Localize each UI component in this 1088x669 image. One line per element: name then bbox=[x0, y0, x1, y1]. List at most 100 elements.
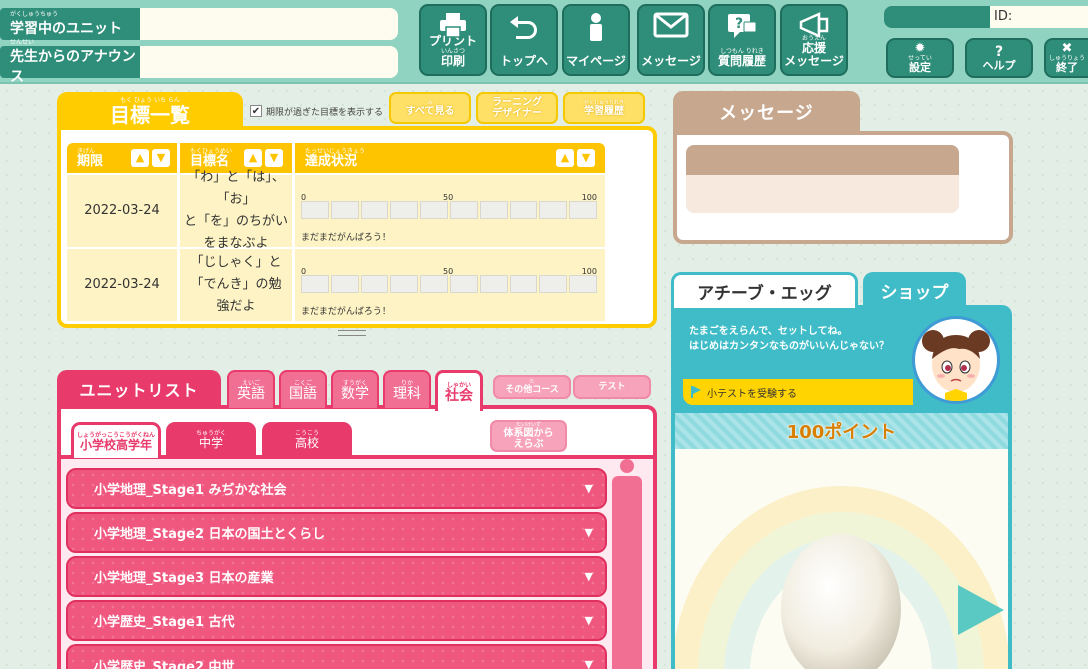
tab-achieve-egg[interactable]: アチーブ・エッグ bbox=[671, 272, 858, 308]
tree-label2: えらぶ bbox=[513, 439, 544, 450]
sort-down-icon[interactable]: ▼ bbox=[265, 149, 283, 167]
progress-scale: 0 50 100 bbox=[301, 187, 597, 202]
unit-item-label: 小学地理_Stage3 日本の産業 bbox=[94, 571, 274, 586]
tree-select-button[interactable]: たいけいず 体系図から えらぶ bbox=[490, 420, 567, 452]
flag-icon bbox=[691, 386, 701, 398]
unit-list-title: ユニットリスト bbox=[79, 381, 199, 400]
list-item[interactable]: 小学歴史_Stage2 中世 ▼ bbox=[66, 644, 607, 669]
avatar bbox=[912, 316, 1000, 404]
message-tab: メッセージ bbox=[673, 91, 860, 133]
goal-deadline: 2022-03-24 bbox=[84, 277, 160, 292]
gear-icon: ✹ bbox=[914, 40, 926, 56]
goal-title: 目標一覧 bbox=[110, 102, 190, 127]
history-label: 学習履歴 bbox=[584, 105, 624, 117]
level-label: 中学 bbox=[198, 436, 223, 450]
top-button[interactable]: トップへ bbox=[490, 4, 558, 76]
egg-stage bbox=[675, 449, 1008, 669]
list-item[interactable]: 小学地理_Stage3 日本の産業 ▼ bbox=[66, 556, 607, 597]
message-title: メッセージ bbox=[719, 103, 814, 124]
sort-down-icon[interactable]: ▼ bbox=[577, 149, 595, 167]
tab-high-school[interactable]: こうこう 高校 bbox=[262, 422, 352, 458]
unit-item-label: 小学地理_Stage1 みぢかな社会 bbox=[94, 483, 287, 498]
subject-label: 社会 bbox=[445, 387, 473, 404]
status-sort: ▲ ▼ bbox=[556, 149, 595, 167]
table-row[interactable]: 2022-03-24 bbox=[67, 249, 177, 321]
exit-button[interactable]: ✖ しゅうりょう 終了 bbox=[1044, 38, 1088, 78]
list-item[interactable]: 小学地理_Stage2 日本の国土とくらし ▼ bbox=[66, 512, 607, 553]
resize-grip[interactable] bbox=[338, 330, 366, 336]
goal-name-line: 強だよ bbox=[216, 299, 256, 314]
svg-text:?: ? bbox=[735, 16, 743, 32]
tab-science[interactable]: りか 理科 bbox=[383, 370, 431, 408]
sort-up-icon[interactable]: ▲ bbox=[244, 149, 262, 167]
question-history-button[interactable]: ? しつもん りれき 質問履歴 bbox=[708, 4, 776, 76]
list-item[interactable]: 小学歴史_Stage1 古代 ▼ bbox=[66, 600, 607, 641]
list-item[interactable]: 小学地理_Stage1 みぢかな社会 ▼ bbox=[66, 468, 607, 509]
test-label: テスト bbox=[598, 382, 626, 392]
sort-up-icon[interactable]: ▲ bbox=[131, 149, 149, 167]
help-button[interactable]: ? ヘルプ bbox=[965, 38, 1033, 78]
subject-label: 英語 bbox=[237, 385, 265, 402]
subject-label: 数学 bbox=[341, 385, 369, 402]
return-icon bbox=[510, 16, 537, 39]
rainbow-egg-illustration bbox=[675, 486, 1008, 669]
other-course-button[interactable]: た その他コース bbox=[493, 375, 571, 399]
message-button[interactable]: メッセージ bbox=[637, 4, 705, 76]
help-label: ヘルプ bbox=[982, 58, 1016, 72]
chevron-down-icon: ▼ bbox=[584, 658, 593, 669]
sort-up-icon[interactable]: ▲ bbox=[556, 149, 574, 167]
learning-history-button[interactable]: がくしゅうりれき 学習履歴 bbox=[563, 92, 645, 124]
settings-label: 設定 bbox=[909, 60, 931, 74]
mypage-button[interactable]: マイページ bbox=[562, 4, 630, 76]
id-label: ID: bbox=[994, 9, 1013, 24]
scrollbar-top-knob[interactable] bbox=[620, 459, 634, 473]
cheer-message-button[interactable]: おうえん 応援 メッセージ bbox=[780, 4, 848, 76]
goal-deadline: 2022-03-24 bbox=[84, 203, 160, 218]
table-row[interactable]: 2022-03-24 bbox=[67, 175, 177, 247]
chevron-down-icon: ▼ bbox=[584, 482, 593, 495]
tab-shop[interactable]: ショップ bbox=[863, 272, 966, 308]
test-button[interactable]: テスト bbox=[573, 375, 651, 399]
learning-designer-label2: デザイナー bbox=[492, 108, 542, 119]
shop-tab-label: ショップ bbox=[880, 282, 949, 303]
learning-designer-button[interactable]: ラーニング デザイナー bbox=[476, 92, 558, 124]
tab-english[interactable]: えいご 英語 bbox=[227, 370, 275, 408]
unit-list-tab: ユニットリスト bbox=[57, 370, 221, 408]
goal-name-cell[interactable]: 「わ」と「は」、「お」 と「を」のちがい をまなぶよ bbox=[180, 170, 292, 251]
current-unit-field[interactable] bbox=[140, 8, 398, 40]
checkbox-checked-icon[interactable]: ✔ bbox=[250, 105, 262, 117]
announce-field[interactable] bbox=[140, 46, 398, 78]
sort-down-icon[interactable]: ▼ bbox=[152, 149, 170, 167]
see-all-button[interactable]: み すべて見る bbox=[389, 92, 471, 124]
progress-message: まだまだがんばろう！ bbox=[301, 233, 391, 243]
tab-junior-high[interactable]: ちゅうがく 中学 bbox=[166, 422, 256, 458]
points-value: 100ポイント bbox=[786, 422, 897, 443]
trial-test-link[interactable]: 小テストを受験する bbox=[683, 379, 913, 405]
show-expired-toggle[interactable]: ✔ 期限が過ぎた目標を表示する bbox=[250, 104, 383, 118]
tab-math[interactable]: すうがく 数学 bbox=[331, 370, 379, 408]
megaphone-icon bbox=[799, 12, 829, 38]
current-unit-label-text: 学習中のユニット bbox=[10, 20, 122, 37]
progress-scale: 0 50 100 bbox=[301, 261, 597, 276]
print-sub-label: 印刷 bbox=[440, 54, 465, 68]
goal-name-cell[interactable]: 「じしゃく」と 「でんき」の勉 強だよ bbox=[180, 249, 292, 321]
scrollbar[interactable] bbox=[612, 476, 642, 669]
settings-button[interactable]: ✹ せってい 設定 bbox=[886, 38, 954, 78]
tab-japanese[interactable]: こくご 国語 bbox=[279, 370, 327, 408]
deadline-sort: ▲ ▼ bbox=[131, 149, 170, 167]
person-icon bbox=[590, 13, 602, 41]
envelope-icon bbox=[653, 12, 689, 38]
character-face-icon bbox=[922, 330, 990, 401]
chevron-down-icon: ▼ bbox=[584, 526, 593, 539]
tab-social[interactable]: しゃかい 社会 bbox=[435, 370, 483, 411]
print-button[interactable]: プリント いんさつ 印刷 bbox=[419, 4, 487, 76]
tree-label: 体系図から bbox=[503, 428, 554, 439]
goal-name-sort: ▲ ▼ bbox=[244, 149, 283, 167]
tab-elementary-upper[interactable]: しょうがっこうこうがくねん 小学校高学年 bbox=[71, 422, 161, 458]
level-label: 小学校高学年 bbox=[79, 437, 152, 452]
next-egg-arrow-icon[interactable] bbox=[958, 585, 1004, 635]
announce-label-text: 先生からのアナウンス bbox=[10, 48, 136, 85]
exit-label: 終了 bbox=[1056, 60, 1078, 74]
column-deadline: きげん 期限 ▲ ▼ bbox=[67, 143, 177, 173]
announce-label: せんせい 先生からのアナウンス bbox=[0, 39, 140, 85]
